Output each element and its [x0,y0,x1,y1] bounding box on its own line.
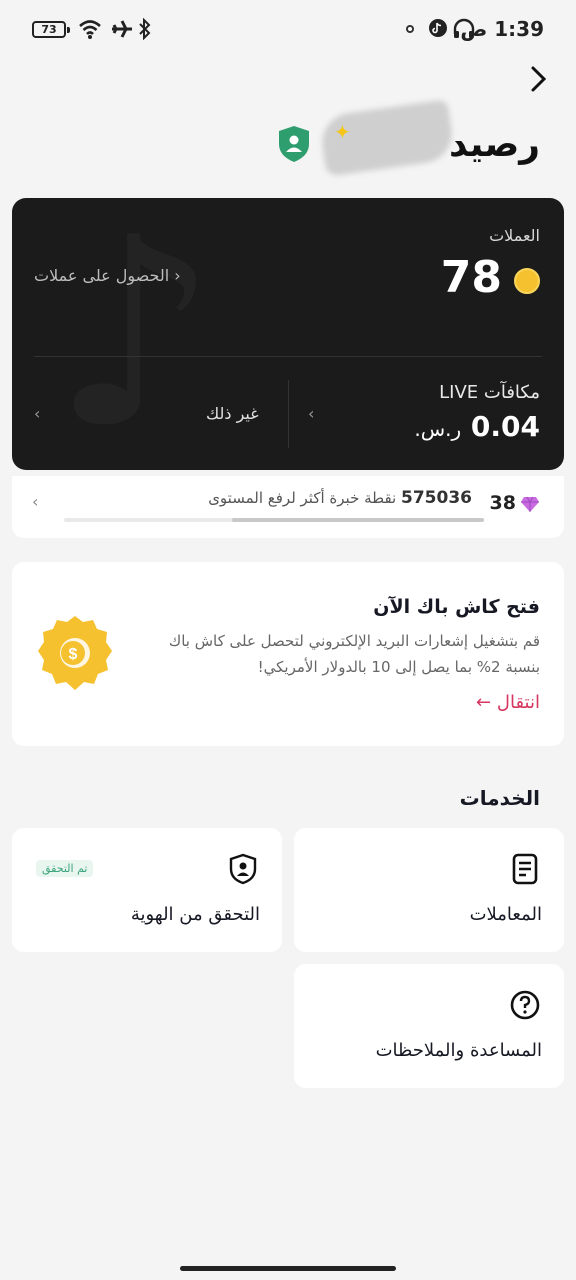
tiktok-icon [429,19,447,37]
gem-icon [521,496,539,512]
cashback-coin-badge-icon: $ [38,616,112,690]
coin-icon [514,268,540,294]
live-rewards-label: مكافآت LIVE [439,382,540,403]
help-icon [510,990,540,1020]
verified-tag: تم التحقق [36,860,94,877]
go-link-label: انتقال [496,692,540,713]
shield-user-icon [229,853,257,885]
level-progress-bar [64,518,484,522]
svg-text:$: $ [69,646,78,663]
points-value: 575036 [401,488,472,508]
cashback-go-link[interactable]: انتقال ← [476,692,540,713]
help-feedback-label: المساعدة والملاحظات [375,1040,542,1061]
coins-value: 78 [440,252,502,303]
time-text: 1:39 [494,17,544,41]
help-feedback-card[interactable]: المساعدة والملاحظات [294,964,564,1088]
level-progress-fill [232,518,484,522]
points-caption: نقطة خبرة أكثر لرفع المستوى [208,489,397,507]
home-indicator[interactable] [180,1266,396,1271]
shield-user-icon [279,126,309,162]
live-rewards-value[interactable]: 0.04 ر.س. [414,410,540,443]
get-coins-link[interactable]: ‹ الحصول على عملات [34,266,181,285]
airplane-icon [112,20,132,38]
chevron-left-icon: ‹ [169,266,181,285]
chevron-left-icon[interactable]: ‹ [34,404,40,423]
cashback-title: فتح كاش باك الآن [373,596,540,618]
settings-dot-icon [406,25,414,33]
bluetooth-icon [139,18,151,40]
live-amount: 0.04 [470,410,540,443]
status-clock: 1:39 ص [460,17,544,41]
document-icon [512,853,538,885]
cashback-description: قم بتشغيل إشعارات البريد الإلكتروني لتحص… [168,632,540,676]
divider [288,380,289,448]
level-number: 38 [489,492,516,514]
level-points-text: 575036 نقطة خبرة أكثر لرفع المستوى [208,488,472,508]
currency-label: ر.س. [414,417,462,441]
am-pm-text: ص [460,17,488,41]
coins-label: العملات [489,226,540,245]
other-label[interactable]: غير ذلك [206,404,259,423]
identity-verification-label: التحقق من الهوية [130,904,260,925]
chevron-right-icon[interactable] [526,64,550,94]
chevron-left-icon[interactable]: ‹ [308,404,314,423]
page-title: رصيد [448,124,540,165]
services-title: الخدمات [459,786,540,810]
status-bar: 73 1:39 ص [0,0,576,60]
sparkle-icon: ✦ [334,120,351,144]
level-row[interactable]: ‹ 38 575036 نقطة خبرة أكثر لرفع المستوى [12,476,564,538]
transactions-card[interactable]: المعاملات [294,828,564,952]
wifi-icon [79,20,101,39]
tiktok-watermark-icon: ♪ [52,198,218,470]
chevron-left-icon: ‹ [32,492,39,511]
divider [34,356,542,357]
identity-verification-card[interactable]: تم التحقق التحقق من الهوية [12,828,282,952]
transactions-label: المعاملات [469,904,542,925]
battery-icon: 73 [32,21,70,38]
get-coins-label: الحصول على عملات [34,266,170,285]
arrow-left-icon: ← [476,692,492,713]
balance-card: ♪ العملات 78 ‹ الحصول على عملات مكافآت L… [12,198,564,470]
cashback-card: فتح كاش باك الآن قم بتشغيل إشعارات البري… [12,562,564,746]
